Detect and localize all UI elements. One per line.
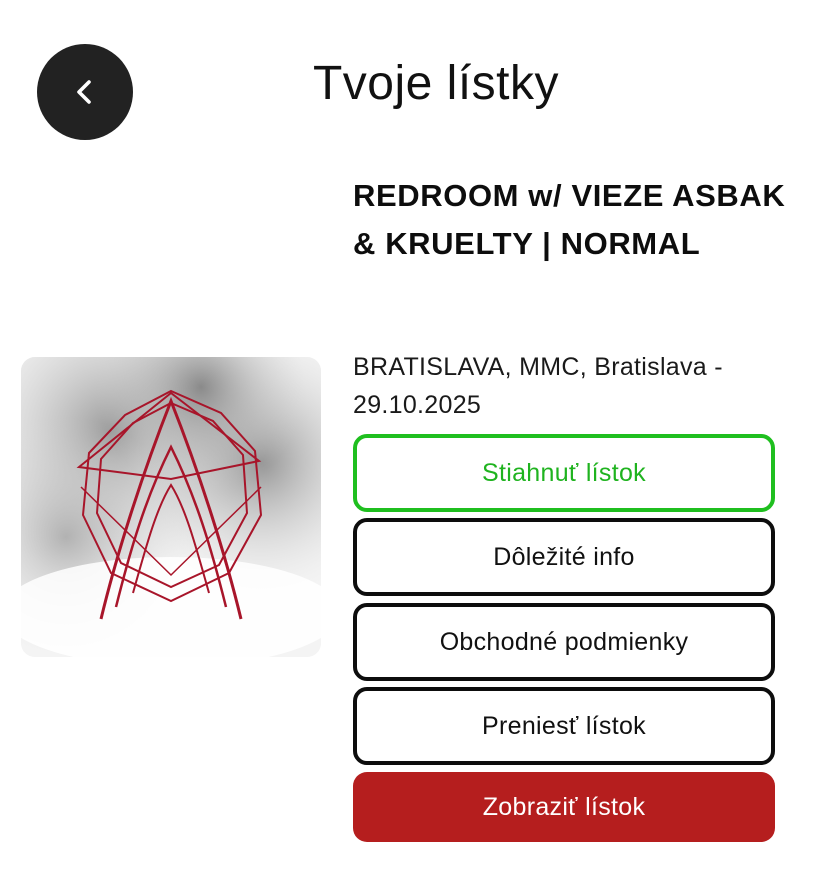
event-name: REDROOM w/ VIEZE ASBAK & KRUELTY | NORMA… <box>353 178 786 261</box>
important-info-button[interactable]: Dôležité info <box>353 518 775 596</box>
page-title: Tvoje lístky <box>312 57 560 110</box>
transfer-ticket-button[interactable]: Preniesť lístok <box>353 687 775 765</box>
event-artwork <box>21 357 321 657</box>
show-ticket-button[interactable]: Zobraziť lístok <box>353 772 775 842</box>
download-ticket-button[interactable]: Stiahnuť lístok <box>353 434 775 512</box>
event-date: 29.10.2025 <box>353 391 482 419</box>
terms-button[interactable]: Obchodné podmienky <box>353 603 775 681</box>
event-meta: BRATISLAVA, MMC, Bratislava - 29.10.2025 <box>353 348 793 424</box>
event-location: BRATISLAVA, MMC, Bratislava - <box>353 353 723 381</box>
